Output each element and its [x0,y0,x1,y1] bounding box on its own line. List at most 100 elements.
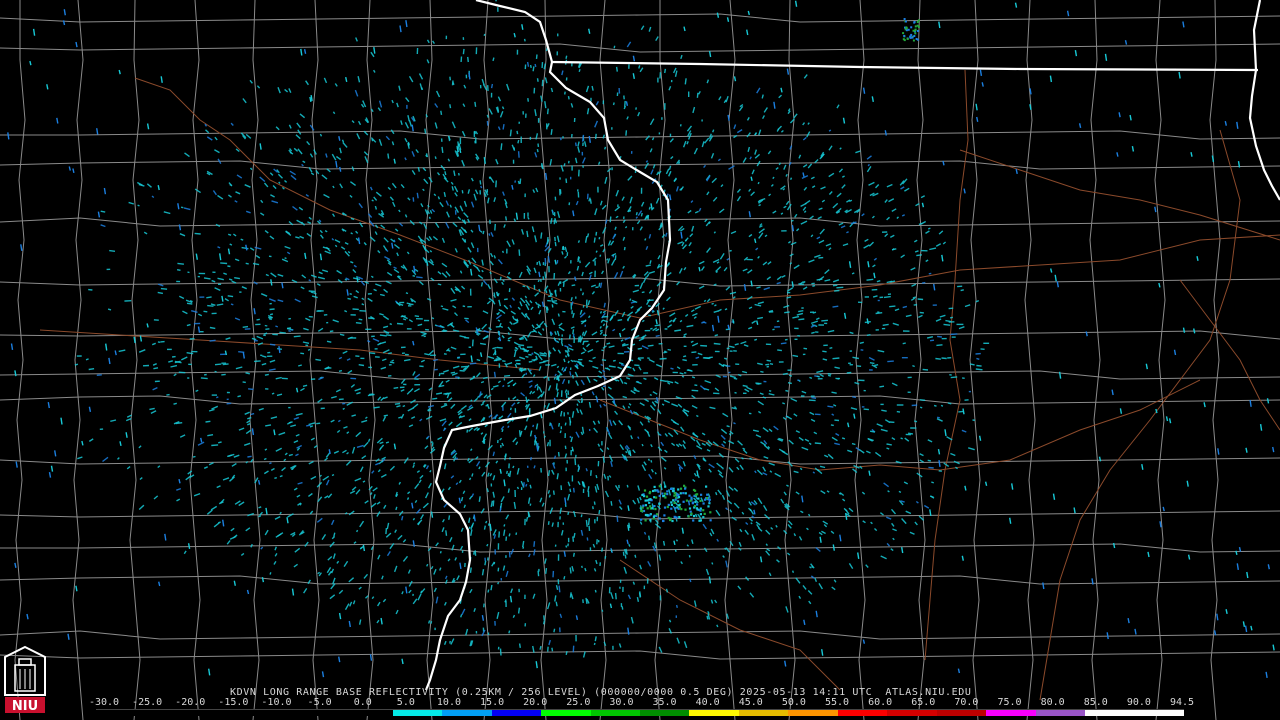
echo-speck [1009,517,1012,524]
echo-speck [358,202,363,209]
echo-speck [310,437,315,441]
echo-speck [316,422,321,425]
echo-speck [574,371,579,378]
echo-speck [621,606,624,610]
echo-speck [431,317,435,320]
echo-speck [650,460,653,463]
echo-speck [588,315,591,319]
echo-speck [507,473,510,477]
echo-speck [203,277,211,280]
echo-speck [245,372,250,375]
echo-speck [632,73,635,80]
echo-speck [847,422,850,428]
echo-speck [698,207,702,212]
echo-speck [536,148,539,153]
echo-speck [271,200,279,204]
echo-speck [682,440,686,445]
echo-speck [671,403,679,407]
echo-speck [414,373,421,379]
echo-speck [603,403,607,407]
echo-speck [7,132,10,140]
echo-speck [754,238,757,244]
echo-speck [647,560,652,567]
echo-speck [787,523,792,529]
echo-cell [677,496,681,499]
echo-speck [481,471,486,477]
echo-speck [940,404,944,407]
echo-speck [327,493,333,499]
echo-speck [905,510,912,515]
echo-speck [582,165,584,168]
echo-cell [643,489,647,492]
echo-speck [901,546,904,554]
echo-speck [543,435,546,439]
echo-speck [871,96,874,103]
echo-speck [460,365,468,368]
echo-speck [668,619,672,623]
echo-speck [536,385,539,391]
echo-speck [803,186,808,191]
echo-speck [344,241,349,245]
echo-speck [1193,328,1196,334]
echo-speck [559,398,562,402]
echo-speck [268,318,272,321]
echo-cell [655,513,659,516]
echo-speck [716,624,719,628]
echo-speck [463,84,467,89]
echo-speck [349,194,353,198]
echo-speck [364,281,369,285]
echo-speck [661,234,666,238]
echo-speck [403,457,409,464]
echo-speck [744,388,750,393]
echo-speck [584,235,588,243]
echo-speck [471,257,477,264]
echo-speck [634,554,637,558]
echo-speck [1112,542,1116,549]
echo-speck [570,103,574,108]
echo-speck [626,484,629,488]
echo-speck [763,107,768,113]
colorbar-segment [343,710,393,716]
echo-speck [610,461,613,467]
echo-speck [351,166,355,172]
echo-speck [261,362,267,366]
echo-speck [481,269,484,273]
echo-speck [1011,483,1014,490]
echo-speck [658,554,662,561]
echo-speck [256,335,264,340]
echo-speck [941,357,947,360]
echo-speck [375,462,380,466]
echo-speck [309,425,314,428]
echo-speck [728,467,734,473]
echo-speck [668,170,672,177]
echo-speck [663,467,667,470]
echo-speck [778,94,782,99]
echo-speck [435,90,441,98]
echo-speck [626,311,634,317]
echo-speck [398,222,404,227]
echo-speck [273,560,277,565]
echo-speck [755,434,762,438]
echo-speck [683,355,687,358]
echo-speck [675,186,679,192]
echo-speck [827,453,834,460]
echo-speck [815,317,820,321]
echo-speck [597,420,601,424]
echo-speck [677,403,683,408]
echo-speck [452,82,455,86]
echo-speck [706,191,710,196]
echo-speck [400,413,405,419]
echo-speck [571,448,574,452]
echo-speck [603,473,607,479]
echo-speck [732,296,736,299]
echo-speck [498,336,502,342]
echo-speck [517,151,520,158]
echo-speck [563,358,566,363]
echo-speck [534,301,539,306]
echo-cell [664,485,667,488]
echo-speck [278,345,281,354]
echo-speck [582,305,585,308]
echo-cell [679,487,683,490]
echo-speck [1168,418,1172,424]
echo-speck [228,278,233,281]
